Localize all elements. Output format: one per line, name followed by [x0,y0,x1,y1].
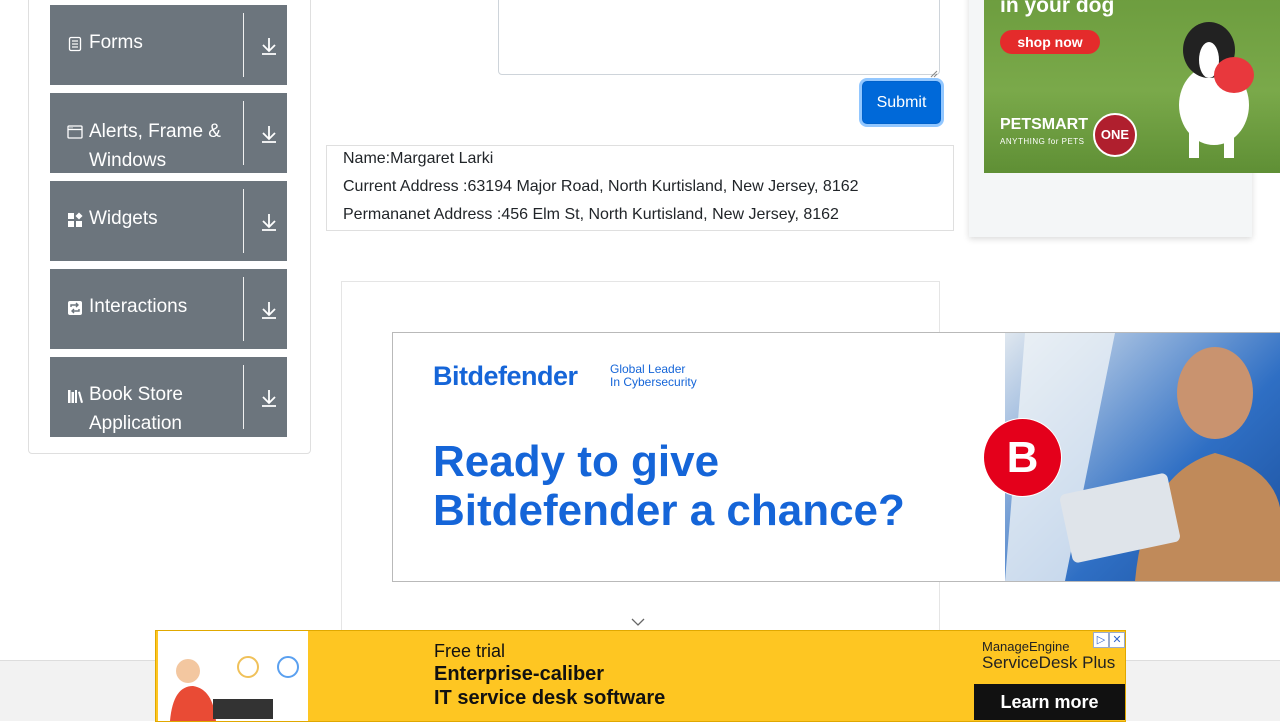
ad-line-1: Enterprise-caliber [434,663,605,685]
chevron-down-icon[interactable] [631,614,645,626]
output-permanent-address: Permananet Address :456 Elm St, North Ku… [343,206,839,223]
group-divider [243,101,244,165]
interactions-icon [67,300,83,316]
output-current-address: Current Address :63194 Major Road, North… [343,178,859,195]
output-box: Name:Margaret Larki Current Address :631… [326,145,954,231]
bitdefender-b-logo: B [983,418,1062,497]
learn-more-button[interactable]: Learn more [974,684,1125,720]
permanent-address-textarea[interactable] [498,0,940,78]
close-ad-icon[interactable]: ✕ [1109,632,1125,648]
manageengine-ad[interactable]: Free trial Enterprise-caliber IT service… [155,630,1126,722]
download-arrow-icon[interactable] [258,35,280,57]
sidebar-group-label: Alerts, Frame & Windows [89,121,221,171]
form-icon [67,36,83,52]
widgets-icon [67,212,83,228]
sidebar-group-label: Widgets [89,208,158,229]
bitdefender-headline: Ready to give Bitdefender a chance? [433,437,905,535]
sidebar-group-interactions[interactable]: Interactions [50,269,287,349]
group-divider [243,365,244,429]
bitdefender-tagline: Global Leader In Cybersecurity [610,362,697,389]
petsmart-logo: PETSMART ANYTHING for PETS [1000,116,1088,147]
manageengine-logo: ManageEngine [982,639,1070,654]
purina-one-logo: ONE [1093,113,1137,157]
submit-button[interactable]: Submit [862,81,941,124]
sidebar-group-label: Book Store Application [89,384,183,434]
resize-grip-icon[interactable] [930,65,938,78]
sidebar-group-book-store[interactable]: Book Store Application [50,357,287,437]
pet-ad-headline: in your dog [1000,0,1115,17]
window-icon [67,124,83,140]
output-name: Name:Margaret Larki [343,150,494,167]
sidebar-group-forms[interactable]: Forms [50,5,287,85]
ad-choices-icon[interactable]: ▷ [1093,632,1109,648]
sidebar-group-widgets[interactable]: Widgets [50,181,287,261]
sidebar-group-alerts[interactable]: Alerts, Frame & Windows [50,93,287,173]
dog-icon [1179,22,1254,158]
pet-ad-image: in your dog shop now PETSMART ANYTHING f… [984,0,1280,173]
servicedesk-plus-logo: ServiceDesk Plus [982,653,1116,672]
download-arrow-icon[interactable] [258,299,280,321]
sidebar-group-label: Forms [89,32,143,53]
group-divider [243,277,244,341]
download-arrow-icon[interactable] [258,387,280,409]
bitdefender-ad[interactable]: Bitdefender Global Leader In Cybersecuri… [392,332,1280,582]
ad-line-2: IT service desk software [434,687,666,709]
petsmart-ad[interactable]: in your dog shop now PETSMART ANYTHING f… [969,0,1280,237]
ad-free-trial: Free trial [434,641,506,661]
shop-now-button[interactable]: shop now [1000,30,1100,54]
group-divider [243,189,244,253]
download-arrow-icon[interactable] [258,211,280,233]
group-divider [243,13,244,77]
bitdefender-logo: Bitdefender [433,361,578,391]
ad-illustration [158,631,308,721]
books-icon [67,388,83,404]
download-arrow-icon[interactable] [258,123,280,145]
sidebar-group-label: Interactions [89,296,188,317]
